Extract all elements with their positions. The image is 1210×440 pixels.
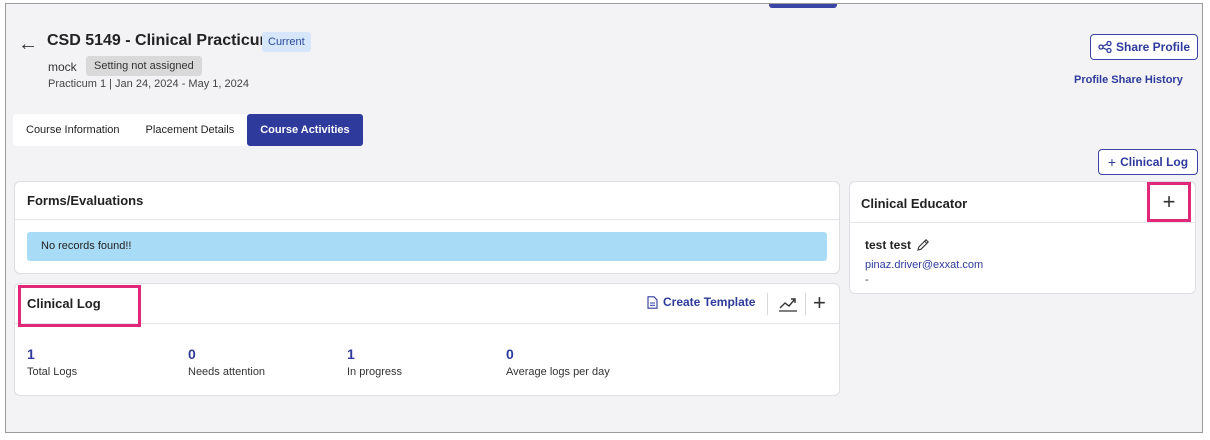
stat-value: 1: [27, 346, 35, 362]
clinical-educator-title: Clinical Educator: [861, 196, 968, 211]
plus-icon: +: [1162, 189, 1176, 214]
profile-share-history-link[interactable]: Profile Share History: [1074, 74, 1183, 86]
tab-bar: Course Information Placement Details Cou…: [13, 114, 363, 146]
stat-label: Needs attention: [188, 366, 266, 378]
back-arrow-icon[interactable]: ←: [18, 34, 38, 54]
setting-badge: Setting not assigned: [86, 56, 202, 76]
app-frame: ← CSD 5149 - Clinical Practicum Current …: [5, 3, 1203, 433]
add-clinical-log-label: Clinical Log: [1120, 155, 1189, 169]
pencil-icon[interactable]: [916, 238, 930, 252]
add-clinical-log-button[interactable]: + Clinical Log: [1098, 149, 1198, 175]
chart-icon[interactable]: [777, 294, 799, 314]
site-label: mock: [48, 60, 77, 74]
stat-total-logs: 1 Total Logs: [27, 346, 77, 378]
stat-label: Total Logs: [27, 366, 78, 378]
stat-value: 0: [506, 346, 514, 362]
status-badge: Current: [262, 32, 311, 52]
stat-in-progress: 1 In progress: [347, 346, 402, 378]
stat-value: 0: [188, 346, 196, 362]
page-title: CSD 5149 - Clinical Practicum: [47, 32, 274, 49]
educator-name-row: test test: [865, 238, 930, 252]
practicum-dates: Practicum 1 | Jan 24, 2024 - May 1, 2024: [48, 78, 249, 90]
divider: [850, 222, 1195, 223]
share-profile-button[interactable]: Share Profile: [1090, 34, 1198, 60]
forms-evaluations-card: Forms/Evaluations No records found!!: [14, 181, 840, 274]
educator-extra: -: [865, 274, 869, 286]
tab-course-activities[interactable]: Course Activities: [247, 114, 363, 146]
scroll-indicator: [769, 4, 837, 8]
divider: [767, 293, 768, 315]
stat-label: Average logs per day: [506, 366, 610, 378]
share-profile-label: Share Profile: [1115, 40, 1191, 54]
tab-placement-details[interactable]: Placement Details: [133, 114, 248, 146]
tab-course-information[interactable]: Course Information: [13, 114, 133, 146]
plus-icon: +: [1107, 154, 1117, 170]
divider: [805, 293, 806, 315]
create-template-button[interactable]: Create Template: [647, 295, 755, 309]
clinical-educator-card: Clinical Educator + test test pinaz.driv…: [849, 181, 1196, 294]
clinical-log-card: Clinical Log Create Template + 1 Total L…: [14, 283, 840, 396]
educator-name: test test: [865, 238, 912, 252]
clinical-log-header: Clinical Log Create Template +: [15, 284, 839, 327]
add-educator-button[interactable]: +: [1147, 182, 1191, 222]
highlight-box: [18, 285, 141, 327]
educator-email-link[interactable]: pinaz.driver@exxat.com: [865, 259, 983, 271]
create-template-label: Create Template: [663, 295, 756, 309]
no-records-banner: No records found!!: [27, 232, 827, 261]
stat-label: In progress: [347, 366, 403, 378]
forms-evaluations-title: Forms/Evaluations: [15, 182, 839, 220]
stat-needs-attention: 0 Needs attention: [188, 346, 265, 378]
add-log-plus-icon[interactable]: +: [813, 290, 826, 316]
stat-value: 1: [347, 346, 355, 362]
share-icon: [1098, 41, 1112, 53]
document-icon: [647, 295, 658, 309]
stat-average-logs: 0 Average logs per day: [506, 346, 610, 378]
